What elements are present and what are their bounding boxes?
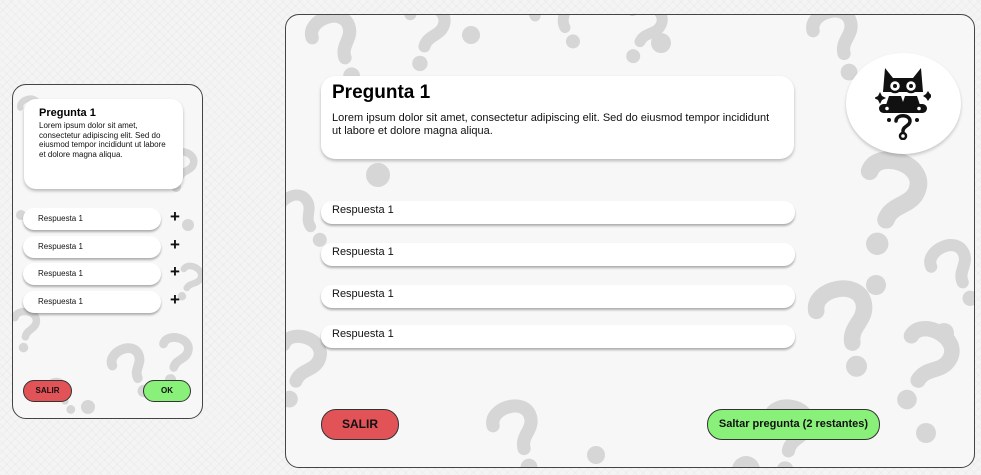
question-body: Lorem ipsum dolor sit amet, consectetur … <box>332 112 770 137</box>
desktop-frame: Pregunta 1 Lorem ipsum dolor sit amet, c… <box>285 14 975 468</box>
answer-option[interactable]: Respuesta 1 <box>321 243 795 266</box>
answer-option[interactable]: Respuesta 1 <box>321 285 795 308</box>
plus-icon[interactable]: + <box>170 290 180 310</box>
skip-question-button[interactable]: Saltar pregunta (2 restantes) <box>707 409 880 440</box>
answer-option[interactable]: Respuesta 1 <box>23 236 161 258</box>
mobile-frame: Pregunta 1 Lorem ipsum dolor sit amet, c… <box>12 84 203 419</box>
answer-option[interactable]: Respuesta 1 <box>321 325 795 348</box>
plus-icon[interactable]: + <box>170 235 180 255</box>
ok-button[interactable]: OK <box>143 380 191 402</box>
exit-button[interactable]: SALIR <box>321 409 399 440</box>
question-title: Pregunta 1 <box>332 82 431 103</box>
avatar <box>846 53 961 154</box>
answer-option[interactable]: Respuesta 1 <box>23 291 161 313</box>
answer-option[interactable]: Respuesta 1 <box>321 201 795 224</box>
question-title: Pregunta 1 <box>39 107 96 119</box>
plus-icon[interactable]: + <box>170 207 180 227</box>
exit-button[interactable]: SALIR <box>23 380 72 402</box>
question-card: Pregunta 1 Lorem ipsum dolor sit amet, c… <box>321 76 794 159</box>
cat-question-mascot-icon <box>875 68 931 140</box>
answer-option[interactable]: Respuesta 1 <box>23 263 161 285</box>
plus-icon[interactable]: + <box>170 262 180 282</box>
answer-option[interactable]: Respuesta 1 <box>23 208 161 230</box>
question-body: Lorem ipsum dolor sit amet, consectetur … <box>39 121 166 159</box>
question-card: Pregunta 1 Lorem ipsum dolor sit amet, c… <box>24 99 183 189</box>
